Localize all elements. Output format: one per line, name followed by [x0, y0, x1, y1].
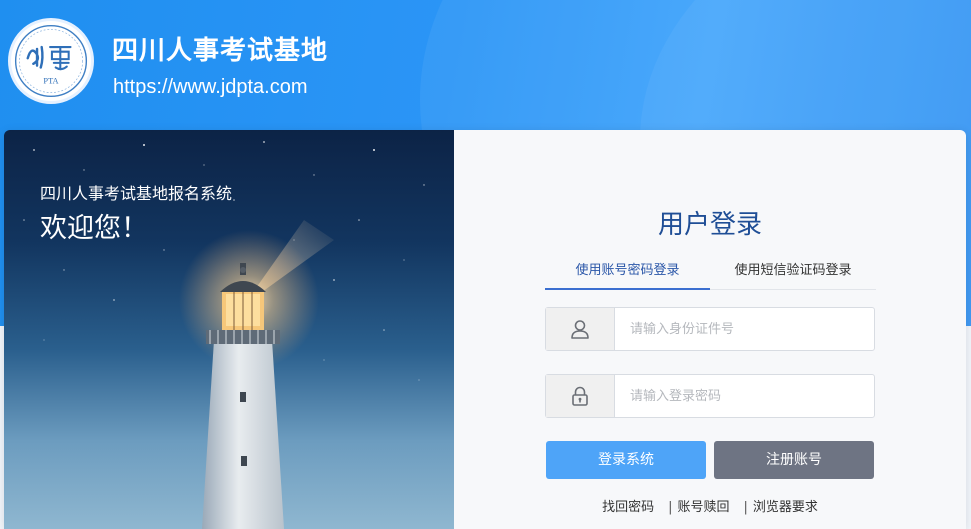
login-form: 用户登录 使用账号密码登录 使用短信验证码登录 请输入身份证件号 登录系统 注册…: [454, 130, 966, 529]
svg-text:PTA: PTA: [43, 76, 58, 85]
login-panel: 四川人事考试基地报名系统 欢迎您！ 用户登录 使用账号密码登录 使用短信验证码登…: [4, 130, 966, 529]
pta-seal-icon: PTA: [14, 24, 88, 98]
login-button[interactable]: 登录系统: [546, 441, 706, 479]
system-subtitle: 四川人事考试基地报名系统: [40, 184, 233, 203]
lighthouse-image: 四川人事考试基地报名系统 欢迎您！: [4, 130, 454, 529]
site-url[interactable]: https://www.jdpta.com: [113, 76, 308, 99]
pta-logo: PTA: [8, 18, 94, 104]
id-number-field: [545, 307, 875, 351]
site-title: 四川人事考试基地: [112, 36, 329, 66]
welcome-text: 欢迎您！: [40, 213, 148, 244]
help-links: 找回密码 | 账号赎回 | 浏览器要求: [454, 496, 966, 515]
browser-requirements-link[interactable]: 浏览器要求: [753, 500, 818, 515]
tab-account-password[interactable]: 使用账号密码登录: [545, 260, 710, 290]
password-input[interactable]: [616, 375, 874, 417]
lock-icon: [546, 375, 615, 417]
link-separator: |: [743, 500, 748, 515]
account-recovery-link[interactable]: 账号赎回: [677, 500, 729, 515]
link-separator: |: [668, 500, 673, 515]
id-number-input[interactable]: [616, 308, 874, 350]
forgot-password-link[interactable]: 找回密码: [602, 500, 654, 515]
tab-sms-code[interactable]: 使用短信验证码登录: [710, 260, 876, 290]
login-title: 用户登录: [657, 210, 762, 240]
password-field: [545, 374, 875, 418]
register-button[interactable]: 注册账号: [714, 441, 874, 479]
user-icon: [546, 308, 615, 350]
login-tabs: 使用账号密码登录 使用短信验证码登录: [545, 260, 876, 290]
